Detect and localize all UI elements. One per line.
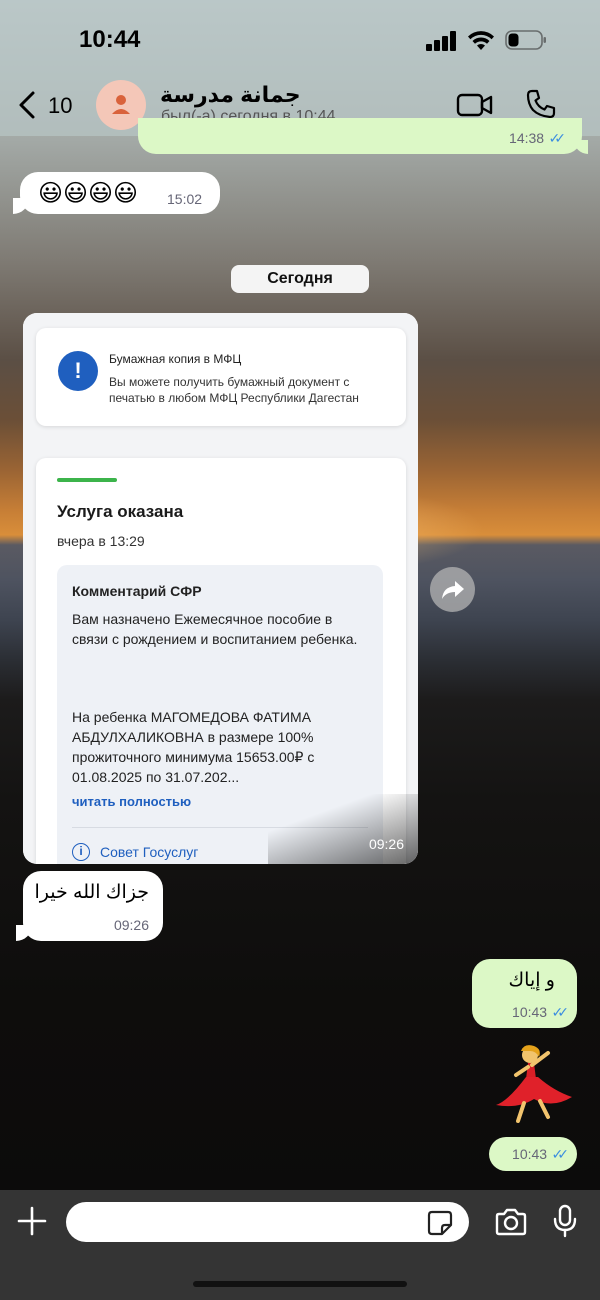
- video-call-icon[interactable]: [456, 92, 494, 118]
- forward-arrow-icon: [442, 581, 464, 599]
- message-incoming-text[interactable]: جزاك الله خيرا 09:26: [16, 871, 163, 941]
- message-time: 10:43: [512, 1146, 548, 1162]
- read-ticks-icon: ✓✓: [551, 1146, 570, 1162]
- screenshot-image: ! Бумажная копия в МФЦ Вы можете получит…: [23, 313, 418, 864]
- sticker-time-bubble: 10:43 ✓✓: [489, 1137, 577, 1171]
- status-time: 10:44: [79, 26, 141, 53]
- info-icon: i: [72, 843, 90, 861]
- service-status-title: Услуга оказана: [57, 502, 184, 521]
- message-incoming-emoji[interactable]: 😃😃😃😃 15:02: [13, 172, 220, 214]
- advice-label: Совет Госуслуг: [100, 844, 199, 860]
- comment-paragraph-1: Вам назначено Ежемесячное пособие в связ…: [72, 611, 358, 647]
- sticker-icon[interactable]: [426, 1209, 454, 1237]
- date-separator: Сегодня: [231, 265, 369, 293]
- phone-call-icon[interactable]: [525, 88, 557, 120]
- exclamation-icon: !: [58, 351, 98, 391]
- dancer-sticker[interactable]: [490, 1043, 574, 1123]
- message-time: 09:26: [113, 917, 149, 933]
- message-text: و إياك: [508, 970, 555, 991]
- unread-count[interactable]: 10: [48, 93, 72, 119]
- mfc-info-card: ! Бумажная копия в МФЦ Вы можете получит…: [36, 328, 406, 426]
- comment-title: Комментарий СФР: [72, 583, 202, 599]
- status-bar: 10:44: [0, 0, 600, 80]
- message-outgoing-text[interactable]: و إياك 10:43 ✓✓: [472, 959, 577, 1028]
- mfc-card-title: Бумажная копия в МФЦ: [109, 352, 242, 366]
- status-progress-bar: [57, 478, 117, 482]
- chat-header: 10:44 10 جمانة مدرسة был(-а) сегодня в 1…: [0, 0, 600, 136]
- chat-title[interactable]: جمانة مدرسة: [160, 82, 301, 108]
- battery-icon: [505, 30, 546, 50]
- cellular-signal-icon: [426, 31, 458, 51]
- mfc-card-body: Вы можете получить бумажный документ с п…: [109, 375, 359, 405]
- message-text: 😃😃😃😃: [38, 180, 139, 207]
- wifi-icon: [468, 31, 494, 50]
- message-time: 15:02: [167, 191, 203, 207]
- read-ticks-icon: ✓✓: [548, 130, 567, 146]
- message-time: 09:26: [368, 836, 404, 852]
- image-time-shade: [268, 794, 418, 864]
- message-outgoing-previous[interactable]: 14:38 ✓✓: [138, 118, 588, 154]
- message-meta: 10:43 ✓✓: [512, 1004, 570, 1022]
- message-time: 10:43: [512, 1004, 548, 1020]
- read-more-link: читать полностью: [72, 794, 192, 809]
- message-incoming-image[interactable]: ! Бумажная копия в МФЦ Вы можете получит…: [23, 313, 418, 864]
- message-time: 14:38: [509, 130, 545, 146]
- microphone-icon[interactable]: [553, 1204, 577, 1238]
- message-input[interactable]: [66, 1202, 469, 1242]
- camera-icon[interactable]: [494, 1208, 528, 1236]
- comment-paragraph-2: На ребенка МАГОМЕДОВА ФАТИМА АБДУЛХАЛИКО…: [72, 709, 315, 785]
- forward-button[interactable]: [430, 567, 475, 612]
- back-chevron-icon[interactable]: [16, 90, 38, 120]
- message-text: جزاك الله خيرا: [34, 882, 149, 903]
- service-status-date: вчера в 13:29: [57, 533, 145, 549]
- dancer-icon: [496, 1045, 572, 1123]
- read-ticks-icon: ✓✓: [551, 1004, 570, 1020]
- home-indicator[interactable]: [193, 1281, 407, 1287]
- message-meta: 14:38 ✓✓: [509, 130, 567, 148]
- person-icon: [112, 95, 130, 114]
- message-meta: 10:43 ✓✓: [512, 1146, 570, 1164]
- plus-icon[interactable]: [17, 1206, 47, 1236]
